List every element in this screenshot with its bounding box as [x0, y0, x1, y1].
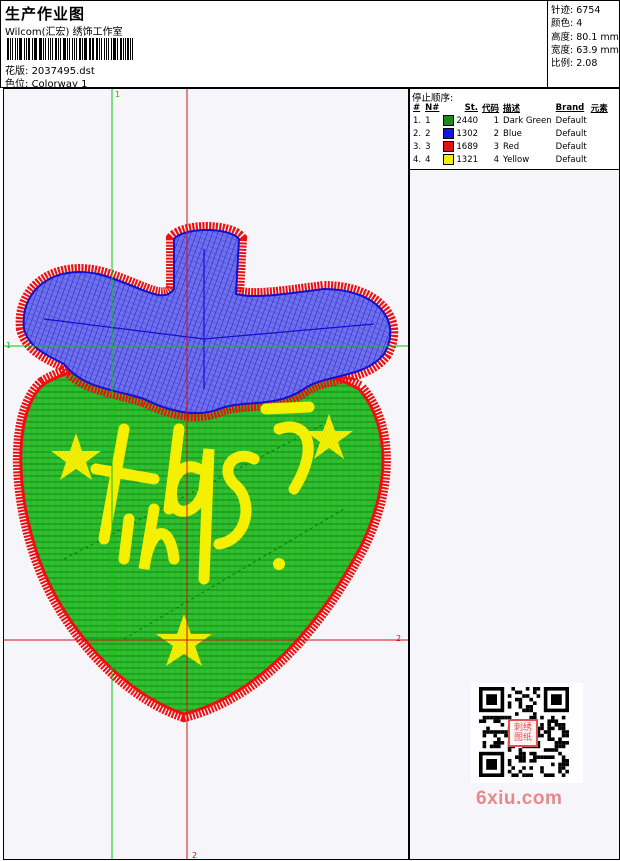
barcode-bar: [35, 38, 38, 60]
spec-panel: 针迹: 6754 颜色: 4 高度: 80.1 mm 宽度: 63.9 mm 比…: [547, 1, 620, 89]
barcode-bar: [19, 38, 23, 60]
barcode-bar: [7, 38, 9, 60]
barcode-bar: [116, 38, 118, 60]
barcode-bar: [74, 38, 76, 60]
barcode-bar: [103, 38, 105, 60]
stop-sequence-panel: 停止顺序: # N# St. 代码 描述 Brand 元素 1. 1 2440 …: [409, 88, 620, 170]
barcode-bar: [27, 38, 30, 60]
spec-height: 高度: 80.1 mm: [551, 32, 619, 43]
stop-sequence-table: # N# St. 代码 描述 Brand 元素 1. 1 2440 1 Dark…: [411, 101, 610, 166]
barcode-bar: [66, 38, 68, 60]
barcode-bar: [25, 38, 27, 60]
guide-label-top: 1: [115, 90, 120, 99]
barcode: [7, 38, 135, 60]
color-swatch: [443, 128, 455, 139]
header-info: 生产作业图 Wilcom(汇宏) 绣饰工作室 花版: 2037495.dst 色…: [1, 1, 547, 90]
barcode-bar: [24, 38, 25, 60]
guide-label-left: 1: [6, 341, 11, 350]
barcode-bar: [11, 38, 13, 60]
barcode-bar: [55, 38, 58, 60]
barcode-bar: [92, 38, 95, 60]
barcode-bar: [52, 38, 54, 60]
barcode-bar: [14, 38, 17, 60]
barcode-bar: [88, 38, 90, 60]
page-title: 生产作业图: [5, 5, 86, 23]
barcode-bar: [81, 38, 83, 60]
barcode-bar: [111, 38, 113, 60]
barcode-bar: [62, 38, 66, 60]
barcode-bar: [72, 38, 74, 60]
barcode-bar: [33, 38, 35, 60]
barcode-bar: [83, 38, 87, 60]
barcode-bar: [49, 38, 52, 60]
barcode-bar: [79, 38, 81, 60]
barcode-bar: [113, 38, 116, 60]
barcode-bar: [105, 38, 108, 60]
watermark: 6xiu.com: [476, 788, 563, 809]
guide-label-right: 2: [396, 634, 401, 643]
barcode-bar: [9, 38, 11, 60]
barcode-bar: [132, 38, 134, 60]
barcode-bar: [17, 38, 19, 60]
table-row: 4. 4 1321 4 Yellow Default: [413, 154, 587, 165]
color-swatch: [443, 115, 455, 126]
table-row: 2. 2 1302 2 Blue Default: [413, 128, 587, 139]
barcode-bar: [108, 38, 110, 60]
barcode-bar: [119, 38, 122, 60]
qr-stamp-logo: 刺绣图纸: [508, 719, 538, 747]
barcode-bar: [98, 38, 100, 60]
barcode-bar: [127, 38, 130, 60]
barcode-bar: [96, 38, 98, 60]
spec-scale: 比例: 2.08: [551, 58, 598, 69]
barcode-bar: [122, 38, 124, 60]
spec-width: 宽度: 63.9 mm: [551, 45, 619, 56]
barcode-bar: [76, 38, 78, 60]
barcode-bar: [47, 38, 49, 60]
embroidery-preview: 1 1 2 2: [4, 89, 408, 860]
color-swatch: [443, 141, 455, 152]
barcode-bar: [100, 38, 102, 60]
barcode-bar: [44, 38, 46, 60]
barcode-bar: [31, 38, 33, 60]
guide-label-bottom: 2: [192, 851, 197, 860]
spec-stitches: 针迹: 6754: [551, 5, 601, 16]
barcode-bar: [60, 38, 61, 60]
design-canvas: 1 1 2 2: [3, 88, 409, 860]
barcode-bar: [39, 38, 42, 60]
table-header-row: # N# St. 代码 描述 Brand 元素: [413, 102, 608, 114]
table-row: 1. 1 2440 1 Dark Green Default: [413, 115, 587, 126]
barcode-bar: [90, 38, 92, 60]
barcode-bar: [68, 38, 71, 60]
barcode-bar: [130, 38, 132, 60]
table-row: 3. 3 1689 3 Red Default: [413, 141, 587, 152]
spec-colors: 颜色: 4: [551, 18, 583, 29]
header-panel: 生产作业图 Wilcom(汇宏) 绣饰工作室 花版: 2037495.dst 色…: [0, 0, 620, 90]
barcode-bar: [58, 38, 60, 60]
color-swatch: [443, 154, 455, 165]
barcode-bar: [42, 38, 44, 60]
software-subtitle: Wilcom(汇宏) 绣饰工作室: [5, 27, 123, 38]
barcode-bar: [124, 38, 126, 60]
